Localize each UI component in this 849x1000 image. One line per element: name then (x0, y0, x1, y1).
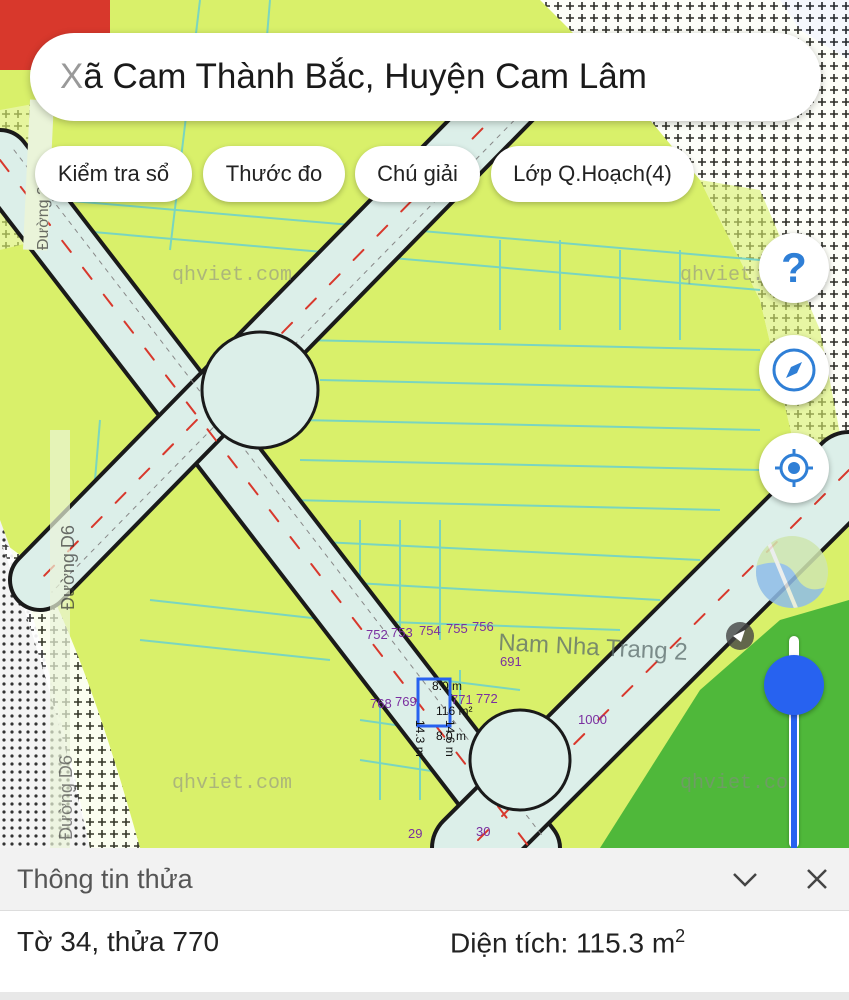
close-icon[interactable] (798, 860, 836, 898)
compass-icon (772, 348, 816, 392)
parcel-number: 752 (366, 627, 388, 642)
search-prefix: X (60, 57, 84, 96)
parcel-number: 769 (395, 694, 417, 709)
check-certificate-button[interactable]: Kiểm tra sổ (35, 146, 192, 202)
locate-button[interactable] (759, 433, 829, 503)
basemap-thumbnail-icon (756, 536, 828, 608)
road-label-left-mid: Đường D6 (58, 525, 78, 610)
ruler-button[interactable]: Thước đo (203, 146, 345, 202)
parcel-number: 754 (419, 623, 441, 638)
help-icon: ? (781, 244, 807, 291)
panel-title: Thông tin thửa (17, 864, 193, 894)
parcel-area: Diện tích: 115.3 m2 (450, 926, 686, 959)
parcel-number: 30 (476, 824, 490, 839)
search-text: Xã Cam Thành Bắc, Huyện Cam Lâm (60, 57, 647, 96)
legend-button[interactable]: Chú giải (355, 146, 480, 202)
measure-right: 14.6 m (443, 720, 457, 757)
parcel-number: 768 (370, 696, 392, 711)
chevron-down-icon[interactable] (726, 860, 764, 898)
sheet-parcel-number: Tờ 34, thửa 770 (17, 926, 220, 957)
parcel-number: 753 (391, 625, 413, 640)
opacity-slider-knob[interactable] (764, 655, 824, 715)
parcel-number: 756 (472, 619, 494, 634)
parcel-info-header: Thông tin thửa (0, 848, 849, 911)
parcel-number: 772 (476, 691, 498, 706)
search-bar[interactable]: Xã Cam Thành Bắc, Huyện Cam Lâm (30, 33, 821, 121)
watermark: qhviet.com (172, 264, 292, 287)
svg-text:?: ? (781, 244, 807, 291)
help-button[interactable]: ? (759, 233, 829, 303)
road-label-left-bottom: Đường D6 (56, 755, 76, 840)
compass-button[interactable] (759, 335, 829, 405)
basemap-toggle[interactable] (756, 536, 828, 608)
watermark: qhviet.com (172, 772, 292, 795)
measure-area: 116 m² (436, 704, 472, 718)
bottom-strip (0, 992, 849, 1000)
parcel-number: 29 (408, 826, 422, 841)
measure-top: 8.0 m (432, 679, 462, 693)
parcel-number: 691 (500, 654, 522, 669)
planning-layers-button[interactable]: Lớp Q.Hoạch(4) (491, 146, 694, 202)
map-canvas[interactable]: Đường 204 Đường D6 Đường D6 Nam Nha Tran… (0, 0, 849, 848)
locate-icon (775, 449, 813, 487)
parcel-number: 755 (446, 621, 468, 636)
parcel-number: 1000 (578, 712, 607, 727)
parcel-info-panel: Thông tin thửa Tờ 34, thửa 770 Diện tích… (0, 848, 849, 1000)
measure-left: 14.3 m (413, 720, 427, 757)
watermark: qhviet.com (680, 772, 800, 795)
